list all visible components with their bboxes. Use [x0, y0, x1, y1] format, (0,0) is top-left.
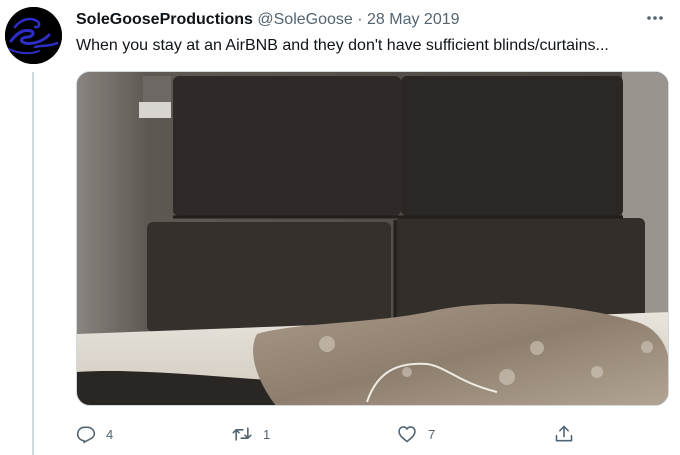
retweet-count: 1 — [263, 426, 271, 442]
reply-count: 4 — [106, 426, 114, 442]
display-name[interactable]: SoleGooseProductions — [76, 11, 253, 28]
share-button[interactable] — [554, 420, 574, 448]
reply-icon — [76, 426, 96, 444]
bedroom-photo — [77, 72, 668, 405]
more-options-button[interactable] — [644, 8, 666, 28]
separator-dot: · — [357, 11, 363, 28]
avatar[interactable] — [5, 7, 62, 64]
retweet-button[interactable]: 1 — [231, 420, 270, 448]
tweet-header: SoleGooseProductions @SoleGoose · 28 May… — [76, 9, 460, 31]
tweet-photo[interactable] — [76, 71, 669, 406]
tweet-actions: 4 1 7 — [76, 420, 676, 448]
like-button[interactable]: 7 — [396, 420, 435, 448]
retweet-icon — [232, 427, 252, 441]
tweet-text: When you stay at an AirBNB and they don'… — [76, 37, 609, 54]
reply-button[interactable]: 4 — [76, 420, 113, 448]
heart-icon — [398, 426, 416, 443]
goose-logo-icon — [5, 7, 62, 64]
tweet-card[interactable]: SoleGooseProductions @SoleGoose · 28 May… — [0, 0, 680, 455]
tweet-date[interactable]: 28 May 2019 — [367, 11, 460, 28]
thread-line — [32, 72, 34, 455]
more-horizontal-icon — [647, 16, 663, 20]
like-count: 7 — [428, 426, 436, 442]
share-icon — [555, 425, 573, 442]
user-handle[interactable]: @SoleGoose — [257, 11, 352, 28]
